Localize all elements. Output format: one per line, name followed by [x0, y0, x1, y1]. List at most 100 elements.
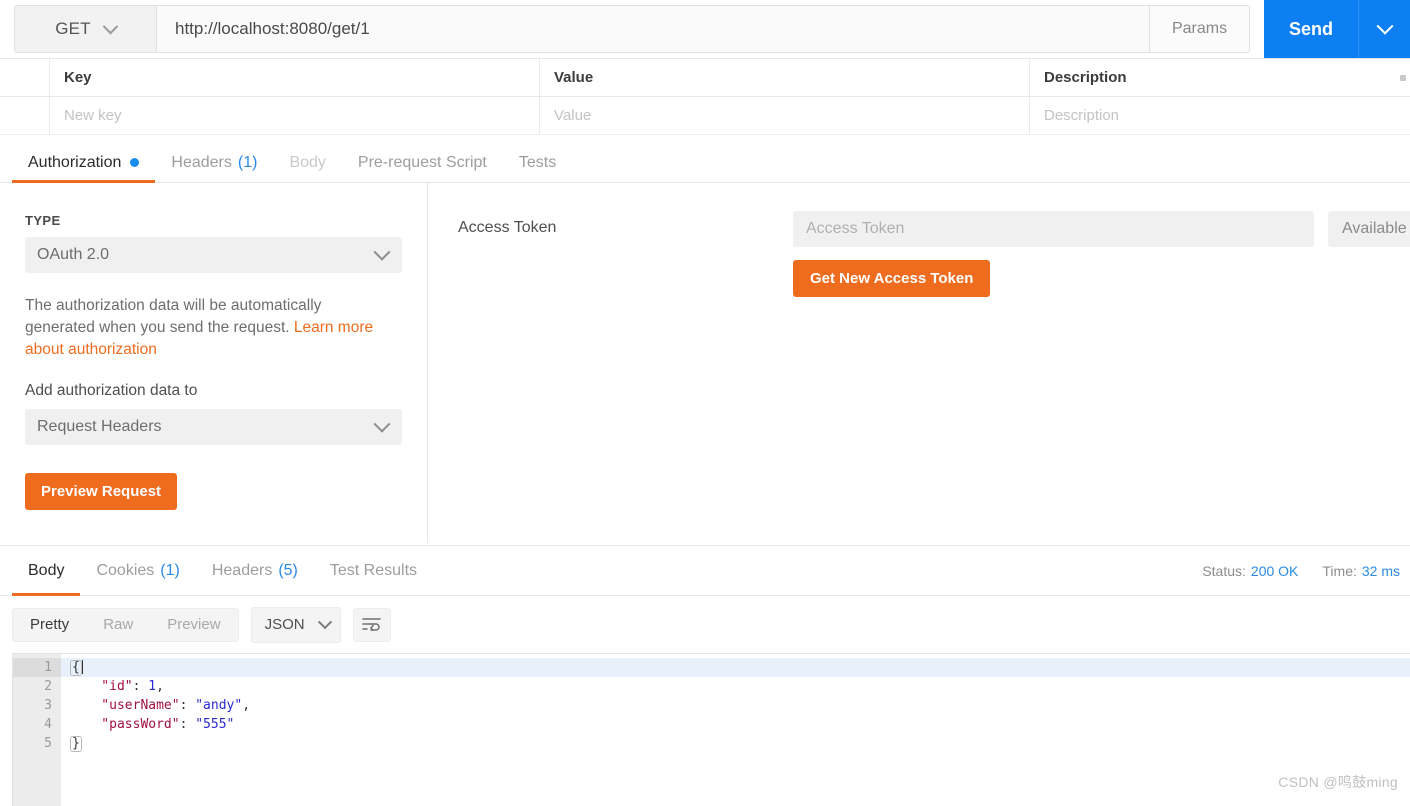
line-number: 4	[44, 717, 52, 732]
tab-headers[interactable]: Headers (1)	[155, 143, 273, 182]
auth-type-value: OAuth 2.0	[37, 246, 110, 263]
code-line: "passWord": "555"	[61, 715, 1410, 734]
auth-type-select[interactable]: OAuth 2.0	[25, 237, 402, 273]
time-value: 32 ms	[1361, 562, 1400, 579]
line-number: 2	[44, 679, 52, 694]
response-meta: Status: 200 OK Time: 32 ms	[1202, 546, 1400, 595]
code-token-key: "passWord"	[70, 717, 180, 732]
word-wrap-icon	[362, 618, 381, 631]
word-wrap-button[interactable]	[352, 607, 391, 642]
add-auth-data-value: Request Headers	[37, 418, 162, 435]
response-tab-cookies-count: (1)	[160, 561, 180, 579]
tab-headers-label: Headers	[171, 153, 232, 171]
code-token-str: "andy"	[195, 698, 243, 713]
editor-code-area[interactable]: { "id": 1, "userName": "andy", "passWord…	[61, 654, 1410, 806]
preview-request-button[interactable]: Preview Request	[25, 473, 178, 510]
authorization-panel: TYPE OAuth 2.0 The authorization data wi…	[0, 183, 1410, 543]
available-tokens-select[interactable]: Available Tokens	[1328, 211, 1410, 247]
auth-type-label: TYPE	[25, 213, 61, 228]
http-method-label: GET	[55, 19, 91, 38]
tab-tests[interactable]: Tests	[503, 143, 572, 182]
editor-gutter: 1 2 3 4 5	[13, 654, 67, 806]
code-line: "userName": "andy",	[61, 696, 1410, 715]
line-number: 3	[44, 698, 52, 713]
http-method-selector[interactable]: GET	[14, 5, 156, 53]
tab-authorization-label: Authorization	[28, 153, 122, 171]
code-token-punct: }	[70, 736, 82, 752]
brace-highlight: }	[70, 736, 82, 752]
status-value: 200 OK	[1250, 562, 1299, 579]
select-all-checkbox-cell[interactable]	[0, 59, 50, 96]
auth-help-text: The authorization data will be automatic…	[25, 295, 395, 361]
code-token-punct: :	[132, 679, 149, 694]
send-button-group: Send	[1264, 0, 1410, 58]
view-mode-raw[interactable]: Raw	[86, 609, 150, 641]
view-mode-segmented-control: Pretty Raw Preview	[12, 607, 239, 642]
row-checkbox-cell[interactable]	[0, 97, 50, 134]
column-header-description: Description	[1030, 59, 1410, 96]
status-badge: Status: 200 OK	[1202, 563, 1298, 579]
params-button[interactable]: Params	[1150, 5, 1250, 53]
code-token-punct: :	[179, 717, 196, 732]
tab-pre-request-script[interactable]: Pre-request Script	[342, 143, 503, 182]
code-token-key: "id"	[70, 679, 133, 694]
response-tab-cookies[interactable]: Cookies (1)	[80, 546, 195, 595]
request-url-bar: GET http://localhost:8080/get/1 Params S…	[0, 0, 1410, 58]
response-tab-test-results[interactable]: Test Results	[314, 546, 433, 595]
response-tabs: Body Cookies (1) Headers (5) Test Result…	[0, 545, 1410, 596]
send-options-button[interactable]	[1358, 0, 1410, 58]
response-tab-headers[interactable]: Headers (5)	[196, 546, 314, 595]
response-body-editor[interactable]: 1 2 3 4 5 { "id": 1, "userName": "andy",…	[12, 653, 1410, 806]
code-line: }	[61, 734, 1410, 753]
send-button[interactable]: Send	[1264, 0, 1358, 58]
access-token-label: Access Token	[458, 219, 557, 236]
column-header-key: Key	[50, 59, 540, 96]
line-number-label: 1	[44, 660, 52, 675]
auth-config-column: TYPE OAuth 2.0 The authorization data wi…	[0, 183, 428, 543]
tab-authorization[interactable]: Authorization	[12, 143, 156, 183]
view-mode-preview[interactable]: Preview	[150, 609, 237, 641]
table-row: New key Value Description	[0, 97, 1410, 135]
table-header-row: Key Value Description	[0, 59, 1410, 97]
response-format-toolbar: Pretty Raw Preview JSON	[0, 596, 1410, 653]
auth-token-column: Access Token Access Token Available Toke…	[428, 183, 1410, 543]
text-cursor	[81, 660, 83, 674]
ellipsis-icon[interactable]	[1400, 74, 1406, 81]
chevron-down-icon	[102, 18, 119, 34]
code-token-punct: ,	[242, 698, 251, 713]
response-format-select[interactable]: JSON	[250, 606, 341, 643]
line-number: 1	[13, 658, 67, 677]
tab-body[interactable]: Body	[273, 143, 341, 182]
response-tab-headers-count: (5)	[278, 561, 298, 579]
code-token-num: 1	[148, 679, 157, 694]
response-tab-cookies-label: Cookies	[96, 561, 155, 579]
response-tab-headers-label: Headers	[211, 561, 273, 579]
chevron-down-icon	[317, 614, 332, 629]
add-auth-data-label: Add authorization data to	[25, 382, 198, 399]
status-label: Status:	[1202, 562, 1246, 579]
code-token-punct: {	[70, 660, 82, 676]
code-token-punct: :	[179, 698, 196, 713]
view-mode-pretty[interactable]: Pretty	[13, 609, 86, 641]
response-tab-body[interactable]: Body	[12, 546, 81, 596]
tab-headers-count: (1)	[237, 153, 258, 171]
time-badge: Time: 32 ms	[1322, 563, 1400, 579]
code-line: {	[61, 658, 1410, 677]
code-line: "id": 1,	[61, 677, 1410, 696]
code-token-punct: ,	[156, 679, 164, 694]
add-auth-data-select[interactable]: Request Headers	[25, 409, 402, 445]
column-header-value: Value	[540, 59, 1030, 96]
brace-highlight: {	[70, 660, 82, 676]
request-tabs: Authorization Headers (1) Body Pre-reque…	[0, 143, 1410, 183]
modified-dot-icon	[130, 158, 140, 167]
new-description-input[interactable]: Description	[1030, 97, 1410, 134]
new-value-input[interactable]: Value	[540, 97, 1030, 134]
line-number: 5	[44, 736, 52, 751]
code-token-key: "userName"	[70, 698, 180, 713]
auth-help-text-body: The authorization data will be automatic…	[25, 297, 322, 336]
query-params-table: Key Value Description New key Value Desc…	[0, 58, 1410, 135]
get-new-access-token-button[interactable]: Get New Access Token	[793, 260, 991, 297]
access-token-input[interactable]: Access Token	[793, 211, 1314, 247]
new-key-input[interactable]: New key	[50, 97, 540, 134]
url-input[interactable]: http://localhost:8080/get/1	[156, 5, 1150, 53]
